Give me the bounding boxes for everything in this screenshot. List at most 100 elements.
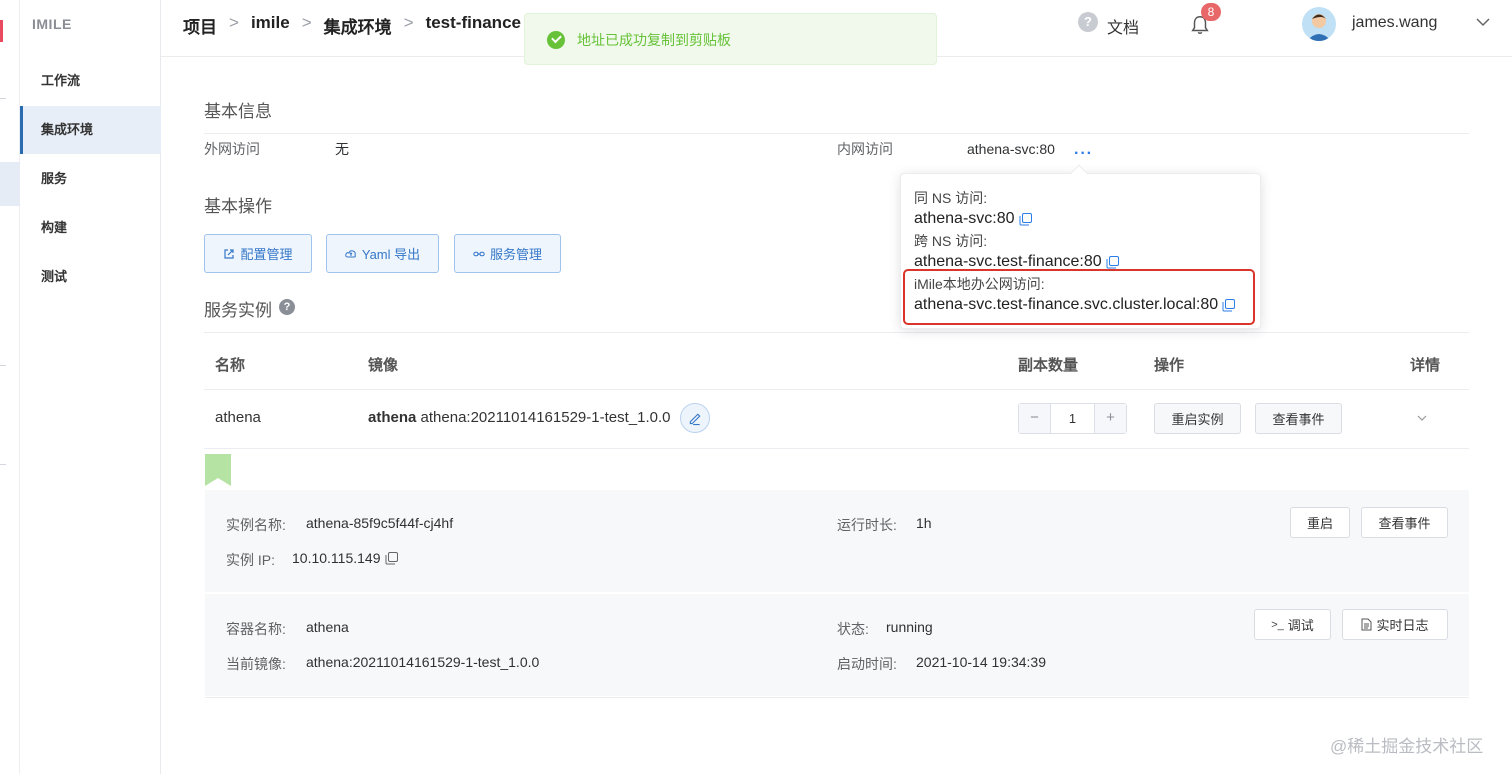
current-image-value: athena:20211014161529-1-test_1.0.0 <box>306 654 540 670</box>
divider <box>205 592 1469 594</box>
help-icon[interactable]: ? <box>1078 12 1098 32</box>
brand-logo: IMILE <box>32 16 72 32</box>
column-header-actions: 操作 <box>1154 357 1185 374</box>
service-management-button[interactable]: 服务管理 <box>454 234 561 273</box>
copy-icon[interactable] <box>1106 255 1119 269</box>
internal-access-value: athena-svc:80 <box>967 141 1055 157</box>
column-header-name: 名称 <box>215 357 246 374</box>
uptime-value: 1h <box>916 515 932 531</box>
yaml-export-label: Yaml 导出 <box>361 247 421 262</box>
divider <box>204 332 1469 333</box>
breadcrumb-imile[interactable]: imile <box>251 13 290 38</box>
instance-name: athena <box>215 409 261 426</box>
column-header-replicas: 副本数量 <box>1018 357 1079 374</box>
sidebar-item-services[interactable]: 服务 <box>20 155 161 203</box>
start-time-value: 2021-10-14 19:34:39 <box>916 654 1046 670</box>
breadcrumb-current: test-finance <box>425 13 521 32</box>
document-icon <box>1361 618 1372 631</box>
increment-button[interactable]: + <box>1095 404 1126 433</box>
section-title-basic-info: 基本信息 <box>204 102 272 121</box>
edge-tick <box>0 98 6 99</box>
container-name-value: athena <box>306 619 349 635</box>
chevron-down-icon[interactable] <box>1415 411 1429 425</box>
instance-ip-label: 实例 IP: <box>226 552 276 568</box>
docs-link[interactable]: 文档 <box>1107 14 1139 38</box>
main-content: 基本信息 外网访问 无 内网访问 athena-svc:80 ··· 基本操作 … <box>161 57 1512 774</box>
edge-tick <box>0 365 6 366</box>
column-header-details: 详情 <box>1410 357 1441 374</box>
breadcrumb-separator: > <box>229 13 239 32</box>
detail-footer <box>205 697 1469 711</box>
cross-ns-label: 跨 NS 访问: <box>914 233 988 249</box>
view-events-button[interactable]: 查看事件 <box>1255 403 1342 434</box>
live-log-label: 实时日志 <box>1376 618 1429 633</box>
edge-accent-mark <box>0 20 3 42</box>
expand-indicator <box>205 454 231 486</box>
container-name-label: 容器名称: <box>226 621 286 637</box>
same-ns-address: athena-svc:80 <box>914 210 1032 228</box>
edge-tick <box>0 464 6 465</box>
edge-active-indicator <box>0 162 20 206</box>
instance-ip-value: 10.10.115.149 <box>292 550 398 566</box>
status-value: running <box>886 619 933 635</box>
highlight-box <box>903 269 1255 325</box>
restart-button[interactable]: 重启 <box>1290 507 1350 538</box>
sidebar-item-environments[interactable]: 集成环境 <box>20 106 161 154</box>
replica-count[interactable]: 1 <box>1050 404 1095 433</box>
external-access-label: 外网访问 <box>204 141 260 157</box>
username[interactable]: james.wang <box>1352 14 1437 32</box>
divider <box>204 448 1469 449</box>
breadcrumb-environments[interactable]: 集成环境 <box>324 13 392 38</box>
breadcrumb-project[interactable]: 项目 <box>183 13 217 38</box>
internal-access-label: 内网访问 <box>837 141 893 157</box>
help-icon[interactable]: ? <box>279 299 295 315</box>
config-management-label: 配置管理 <box>240 247 293 262</box>
same-ns-address-text: athena-svc:80 <box>914 210 1015 227</box>
breadcrumb: 项目 > imile > 集成环境 > test-finance <box>183 13 521 38</box>
image-name: athena <box>368 409 417 426</box>
column-header-image: 镜像 <box>368 357 399 374</box>
section-title-instances: 服务实例 <box>204 301 272 320</box>
service-management-label: 服务管理 <box>489 247 542 262</box>
replica-stepper[interactable]: − 1 + <box>1018 403 1127 434</box>
live-log-button[interactable]: 实时日志 <box>1342 609 1448 640</box>
instance-name-label: 实例名称: <box>226 517 286 533</box>
external-access-value: 无 <box>335 141 349 157</box>
sidebar-item-test[interactable]: 测试 <box>20 253 161 301</box>
config-management-button[interactable]: 配置管理 <box>204 234 312 273</box>
external-link-icon <box>224 248 235 259</box>
restart-instance-button[interactable]: 重启实例 <box>1154 403 1241 434</box>
section-title-basic-ops: 基本操作 <box>204 197 272 216</box>
divider <box>204 133 1469 134</box>
copy-icon[interactable] <box>1019 212 1032 226</box>
divider <box>204 389 1469 390</box>
success-toast: 地址已成功复制到剪贴板 <box>524 13 937 65</box>
link-icon <box>473 251 485 256</box>
current-image-label: 当前镜像: <box>226 656 286 672</box>
debug-button[interactable]: >_ 调试 <box>1254 609 1331 640</box>
toast-message: 地址已成功复制到剪贴板 <box>577 32 731 48</box>
decrement-button[interactable]: − <box>1019 404 1050 433</box>
chevron-down-icon[interactable] <box>1475 14 1491 30</box>
cloud-upload-icon <box>345 249 356 257</box>
check-circle-icon <box>547 31 565 49</box>
yaml-export-button[interactable]: Yaml 导出 <box>326 234 439 273</box>
terminal-icon: >_ <box>1271 618 1284 631</box>
view-events-button[interactable]: 查看事件 <box>1361 507 1448 538</box>
copy-icon[interactable] <box>385 551 398 565</box>
watermark: @稀土掘金技术社区 <box>1330 737 1484 756</box>
sidebar-item-build[interactable]: 构建 <box>20 204 161 252</box>
left-edge-strip <box>0 0 20 774</box>
same-ns-label: 同 NS 访问: <box>914 190 988 206</box>
sidebar: IMILE 工作流 集成环境 服务 构建 测试 <box>20 0 161 774</box>
start-time-label: 启动时间: <box>837 656 897 672</box>
status-label: 状态: <box>837 621 869 637</box>
notification-badge: 8 <box>1201 3 1221 21</box>
pencil-icon <box>689 413 701 426</box>
more-icon[interactable]: ··· <box>1074 145 1093 163</box>
edit-image-button[interactable] <box>680 403 710 433</box>
sidebar-item-workflow[interactable]: 工作流 <box>20 57 161 105</box>
breadcrumb-separator: > <box>403 13 414 32</box>
instance-image: athena athena:20211014161529-1-test_1.0.… <box>368 409 670 426</box>
avatar[interactable] <box>1302 7 1336 41</box>
